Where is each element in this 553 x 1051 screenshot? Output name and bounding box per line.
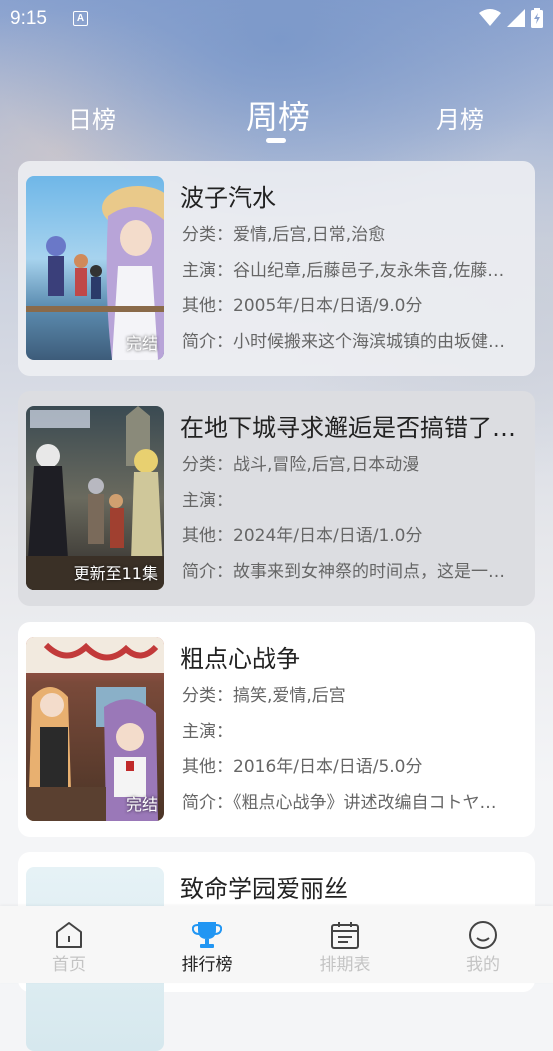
bottom-navigation: 首页 排行榜 排期表 我的 <box>0 906 553 983</box>
anime-card[interactable]: 完结 波子汽水 分类：爱情,后宫,日常,治愈 主演：谷山纪章,后藤邑子,友永朱音… <box>18 161 535 376</box>
anime-category: 分类：战斗,冒险,后宫,日本动漫 <box>182 455 420 475</box>
anime-card[interactable]: 更新至11集 在地下城寻求邂逅是否搞错了… 分类：战斗,冒险,后宫,日本动漫 主… <box>18 391 535 606</box>
anime-card[interactable]: 完结 粗点心战争 分类：搞笑,爱情,后宫 主演： 其他：2016年/日本/日语/… <box>18 622 535 837</box>
anime-title: 在地下城寻求邂逅是否搞错了… <box>180 414 516 442</box>
anime-other-info: 其他：2024年/日本/日语/1.0分 <box>182 526 423 546</box>
trophy-icon <box>192 922 222 948</box>
anime-other-info: 其他：2005年/日本/日语/9.0分 <box>182 296 423 316</box>
anime-intro: 简介：故事来到女神祭的时间点，这是一… <box>182 562 505 582</box>
anime-intro: 简介：小时候搬来这个海滨城镇的由坂健… <box>182 332 505 352</box>
nav-home[interactable]: 首页 <box>0 906 138 983</box>
anime-title: 波子汽水 <box>180 184 276 212</box>
smile-icon <box>469 921 497 949</box>
battery-icon <box>531 8 543 28</box>
anime-other-info: 其他：2016年/日本/日语/5.0分 <box>182 757 423 777</box>
poster-image: 完结 <box>26 176 164 360</box>
anime-cast: 主演： <box>182 491 233 511</box>
signal-icon <box>507 9 525 27</box>
tab-monthly[interactable]: 月榜 <box>436 100 484 135</box>
home-icon <box>56 922 82 948</box>
anime-cast: 主演：谷山纪章,后藤邑子,友永朱音,佐藤… <box>182 261 505 281</box>
tab-weekly[interactable]: 周榜 <box>246 92 310 138</box>
status-badge: 完结 <box>125 334 158 353</box>
anime-cast: 主演： <box>182 722 233 742</box>
nav-mine-label: 我的 <box>466 955 500 975</box>
ranking-tabs: 日榜 周榜 月榜 <box>0 92 553 152</box>
anime-category: 分类：爱情,后宫,日常,治愈 <box>182 225 386 245</box>
poster-image: 完结 <box>26 637 164 821</box>
status-badge: 完结 <box>125 795 158 814</box>
nav-mine[interactable]: 我的 <box>414 906 552 983</box>
nav-schedule[interactable]: 排期表 <box>276 906 414 983</box>
nav-schedule-label: 排期表 <box>319 955 371 975</box>
wifi-icon <box>479 9 501 26</box>
anime-category: 分类：搞笑,爱情,后宫 <box>182 686 346 706</box>
nav-ranking-label: 排行榜 <box>181 955 233 975</box>
anime-title: 致命学园爱丽丝 <box>180 875 348 903</box>
nav-ranking[interactable]: 排行榜 <box>138 906 276 983</box>
anime-title: 粗点心战争 <box>180 645 300 673</box>
tab-daily[interactable]: 日榜 <box>68 100 116 135</box>
status-bar: 9:15 A <box>0 0 553 40</box>
calendar-icon <box>331 922 359 949</box>
status-time: 9:15 <box>10 8 47 29</box>
tab-active-indicator <box>266 138 286 143</box>
anime-intro: 简介：《粗点心战争》讲述改编自コトヤ… <box>182 793 497 813</box>
system-icons <box>479 8 543 28</box>
notification-a-icon: A <box>73 11 88 26</box>
poster-image: 更新至11集 <box>26 406 164 590</box>
nav-home-label: 首页 <box>52 955 86 975</box>
status-badge: 更新至11集 <box>73 564 158 583</box>
